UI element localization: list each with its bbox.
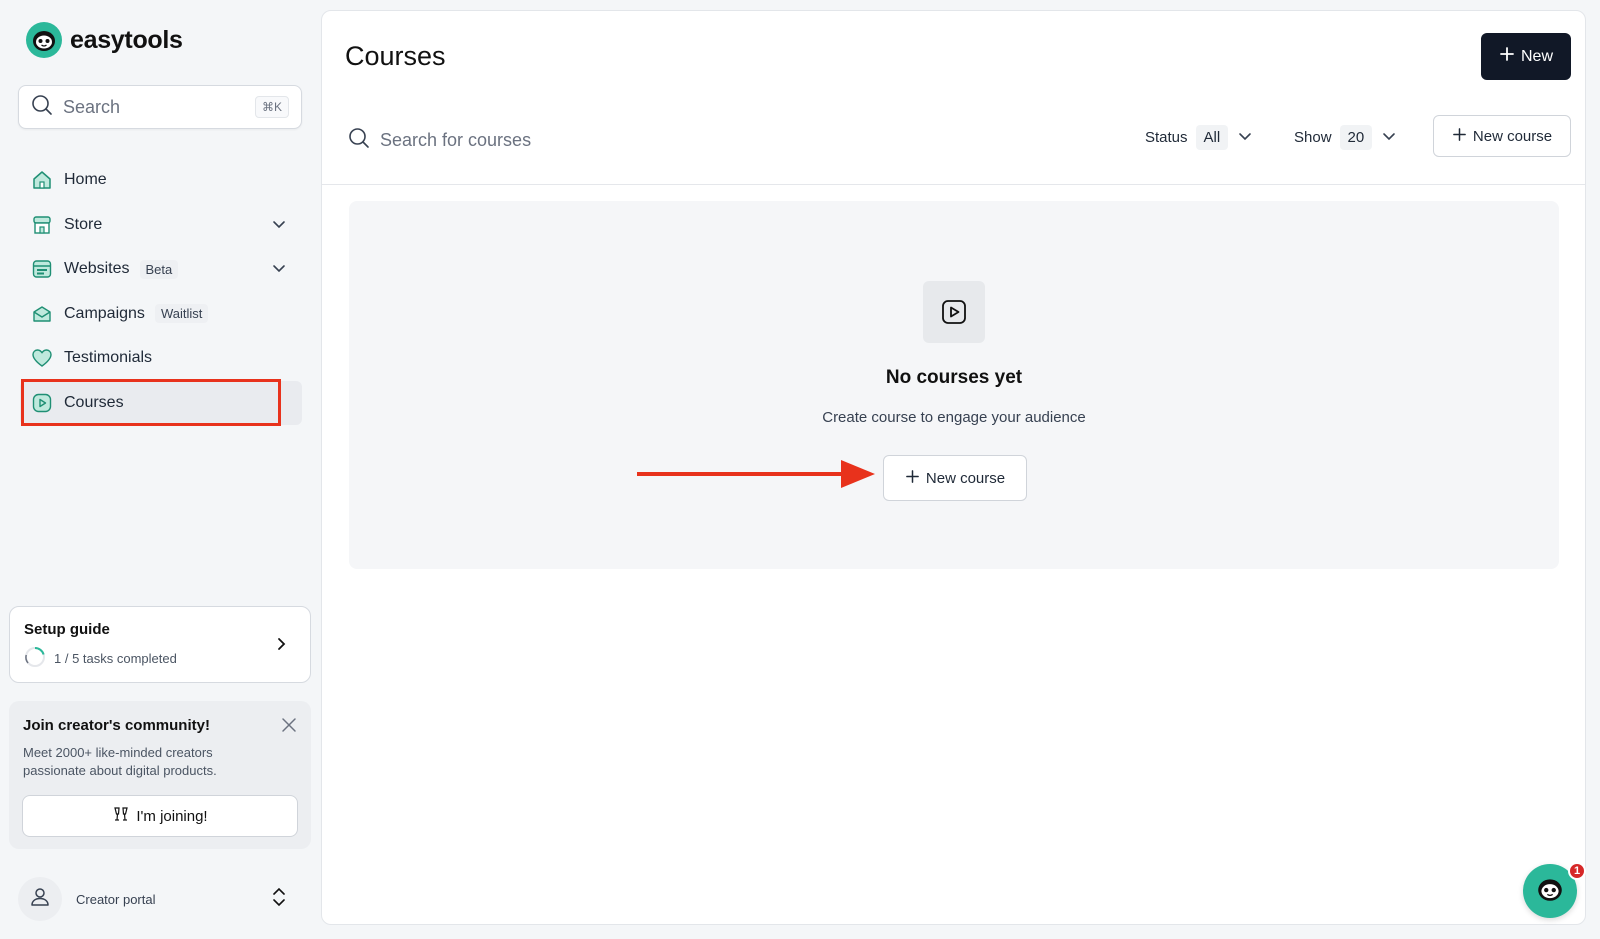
cheers-icon	[112, 805, 130, 827]
setup-guide-card[interactable]: Setup guide 1 / 5 tasks completed	[9, 606, 311, 683]
course-search-placeholder: Search for courses	[380, 130, 532, 150]
chevron-up-down-icon	[270, 886, 288, 913]
sidebar-item-courses[interactable]: Courses	[20, 380, 302, 425]
brand[interactable]: easytools	[26, 22, 183, 58]
join-button-label: I'm joining!	[136, 807, 208, 825]
status-filter-value: All	[1195, 125, 1229, 150]
unread-badge: 1	[1568, 862, 1586, 880]
empty-new-course-label: New course	[925, 469, 1006, 487]
chevron-down-icon	[1380, 127, 1398, 149]
beta-badge: Beta	[139, 259, 179, 279]
websites-icon	[30, 257, 54, 281]
progress-ring-icon	[24, 646, 46, 671]
empty-new-course-button[interactable]: New course	[883, 455, 1027, 501]
play-icon	[923, 281, 985, 343]
empty-state-title: No courses yet	[885, 367, 1023, 388]
play-icon	[30, 391, 54, 415]
setup-guide-progress: 1 / 5 tasks completed	[24, 646, 296, 671]
sidebar-item-store[interactable]: Store	[20, 203, 302, 247]
community-title: Join creator's community!	[23, 717, 210, 734]
heart-icon	[30, 346, 54, 370]
avatar	[18, 877, 62, 921]
setup-guide-progress-text: 1 / 5 tasks completed	[54, 651, 177, 666]
show-count-select[interactable]: Show 20	[1294, 125, 1398, 150]
sloth-logo-icon	[26, 22, 62, 58]
new-course-button[interactable]: New course	[1433, 115, 1571, 157]
sidebar-item-label: Campaigns	[64, 304, 145, 322]
sidebar-nav: Home Store Websites Beta Campaigns Waitl…	[20, 158, 302, 425]
sidebar-item-websites[interactable]: Websites Beta	[20, 247, 302, 291]
brand-name: easytools	[70, 25, 183, 54]
search-placeholder: Search	[63, 96, 121, 117]
course-search-input[interactable]: Search for courses	[348, 127, 531, 154]
community-card: Join creator's community! Meet 2000+ lik…	[9, 701, 311, 849]
sidebar-search-input[interactable]: Search ⌘K	[18, 85, 302, 129]
sidebar-item-campaigns[interactable]: Campaigns Waitlist	[20, 292, 302, 336]
chevron-down-icon[interactable]	[270, 215, 288, 238]
new-button-label: New	[1520, 47, 1553, 65]
empty-state-subtitle: Create course to engage your audience	[822, 409, 1086, 426]
arrow-annotation-icon	[637, 460, 875, 488]
chevron-right-icon	[272, 635, 290, 658]
sidebar-item-label: Home	[64, 171, 107, 188]
chevron-down-icon[interactable]	[270, 259, 288, 282]
community-text: Meet 2000+ like-minded creators passiona…	[23, 745, 217, 778]
close-icon[interactable]	[279, 715, 299, 740]
portal-label: Creator portal	[76, 891, 156, 907]
search-shortcut: ⌘K	[254, 96, 289, 118]
user-icon	[28, 885, 52, 914]
campaigns-icon	[30, 302, 54, 326]
waitlist-badge: Waitlist	[154, 304, 209, 323]
status-filter[interactable]: Status All	[1145, 125, 1254, 150]
sidebar-item-testimonials[interactable]: Testimonials	[20, 336, 302, 380]
status-filter-label: Status	[1145, 129, 1188, 146]
sidebar-item-label: Testimonials	[64, 349, 153, 366]
sidebar-item-home[interactable]: Home	[20, 158, 302, 202]
show-label: Show	[1294, 129, 1332, 146]
main-panel: Courses New Search for courses Status Al…	[321, 10, 1586, 925]
new-button[interactable]: New	[1481, 33, 1571, 80]
setup-guide-title: Setup guide	[24, 621, 110, 638]
plus-icon	[905, 469, 920, 488]
sidebar: easytools Search ⌘K Home Store Websites …	[0, 0, 320, 939]
plus-icon	[1452, 127, 1467, 146]
sidebar-item-label: Courses	[64, 393, 124, 411]
store-icon	[30, 213, 54, 237]
new-course-button-label: New course	[1472, 127, 1553, 145]
plus-icon	[1499, 46, 1515, 67]
empty-state: No courses yet Create course to engage y…	[349, 201, 1559, 569]
home-icon	[30, 168, 54, 192]
show-value: 20	[1339, 125, 1373, 150]
search-icon	[348, 127, 370, 154]
sidebar-item-label: Store	[64, 215, 103, 233]
sidebar-item-label: Websites	[64, 260, 130, 277]
search-icon	[31, 94, 53, 121]
sloth-chat-icon	[1535, 874, 1565, 909]
page-title: Courses	[345, 41, 446, 71]
creator-portal-switcher[interactable]: Creator portal	[18, 876, 300, 922]
chevron-down-icon	[1236, 127, 1254, 149]
courses-toolbar: Search for courses Status All Show 20 Ne…	[322, 115, 1585, 185]
join-community-button[interactable]: I'm joining!	[22, 795, 298, 837]
